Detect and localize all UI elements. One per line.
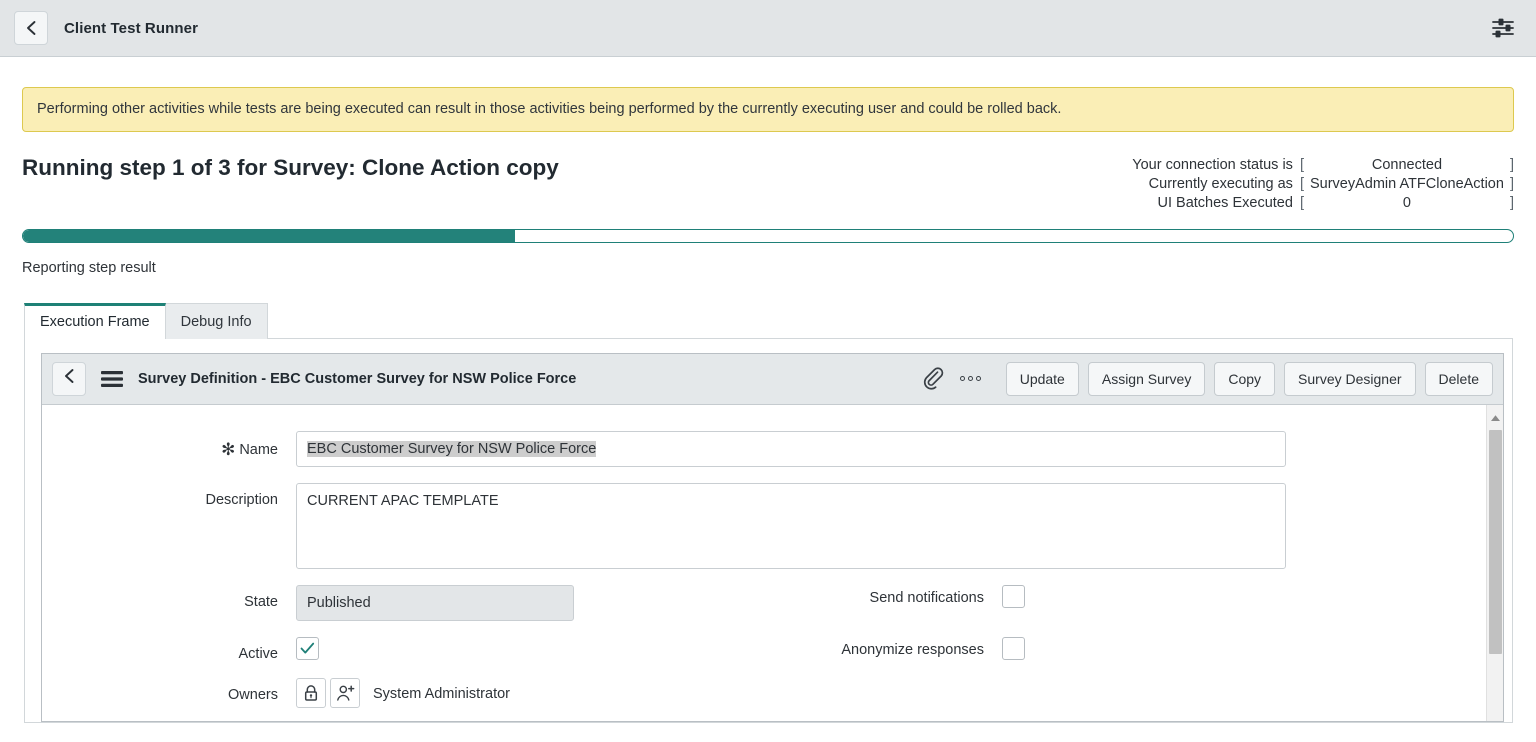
bracket-close: ] — [1509, 195, 1514, 212]
field-row-state: State Published Send notifications — [68, 584, 1460, 621]
dot — [959, 376, 965, 382]
back-button[interactable] — [14, 11, 48, 45]
record-form-header: Survey Definition - EBC Customer Survey … — [42, 353, 1503, 405]
page-title: Running step 1 of 3 for Survey: Clone Ac… — [22, 154, 559, 180]
record-form-frame: Survey Definition - EBC Customer Survey … — [41, 352, 1504, 722]
paperclip-icon[interactable] — [922, 367, 944, 391]
connection-status-table: Your connection status is [ Connected ] … — [1132, 156, 1514, 213]
step-result-label: Reporting step result — [22, 259, 156, 276]
field-row-name: ✻ Name EBC Customer Survey for NSW Police… — [68, 430, 1460, 467]
record-back-button[interactable] — [52, 361, 86, 396]
bracket-close: ] — [1509, 176, 1514, 193]
chevron-left-icon — [63, 368, 76, 389]
chevron-left-icon — [25, 20, 38, 36]
add-user-icon[interactable] — [330, 677, 360, 708]
field-label-active: Active — [238, 645, 279, 662]
sliders-settings-icon[interactable] — [1490, 16, 1516, 40]
field-label-description: Description — [205, 491, 278, 508]
description-textarea[interactable]: CURRENT APAC TEMPLATE — [296, 482, 1286, 569]
assign-survey-button[interactable]: Assign Survey — [1087, 361, 1206, 396]
record-form-body: ✻ Name EBC Customer Survey for NSW Police… — [42, 404, 1503, 721]
record-title: Survey Definition - EBC Customer Survey … — [138, 370, 577, 387]
result-tabs: Execution Frame Debug Info — [24, 302, 1536, 339]
active-checkbox[interactable] — [296, 636, 319, 660]
split-left-state: State Published — [68, 584, 810, 621]
page-header-row: Running step 1 of 3 for Survey: Clone Ac… — [22, 154, 1514, 213]
split-row-active: Active Anonymize responses — [68, 636, 1460, 662]
field-label-state: State — [244, 593, 278, 610]
status-label-connection: Your connection status is — [1132, 157, 1293, 174]
progress-bar-fill — [23, 229, 515, 242]
dot — [975, 376, 981, 382]
field-label-anonymize-responses: Anonymize responses — [841, 641, 984, 658]
label-text-name: Name — [239, 441, 278, 458]
scroll-up-arrow-icon[interactable] — [1490, 405, 1501, 429]
field-label-send-notifications: Send notifications — [869, 589, 984, 606]
field-label-owners: Owners — [228, 686, 278, 703]
checkmark-icon — [300, 642, 315, 655]
status-value-ui-batches: 0 — [1402, 195, 1411, 212]
split-left-active: Active — [68, 636, 810, 662]
survey-designer-button[interactable]: Survey Designer — [1284, 361, 1416, 396]
field-label-name: ✻ Name — [68, 431, 296, 460]
copy-button[interactable]: Copy — [1214, 361, 1276, 396]
name-input-value: EBC Customer Survey for NSW Police Force — [307, 440, 597, 457]
tab-execution-frame[interactable]: Execution Frame — [24, 302, 166, 339]
execution-frame-panel: Survey Definition - EBC Customer Survey … — [24, 337, 1513, 723]
padlock-icon[interactable] — [296, 677, 326, 708]
split-row-state: State Published Send notifications — [68, 584, 1460, 621]
bracket-open: [ — [1299, 176, 1304, 193]
warning-banner: Performing other activities while tests … — [22, 87, 1514, 132]
delete-button[interactable]: Delete — [1424, 361, 1493, 396]
bracket-open: [ — [1299, 157, 1304, 174]
record-fields: ✻ Name EBC Customer Survey for NSW Police… — [42, 405, 1486, 721]
split-right-send-notifications: Send notifications — [810, 584, 1460, 621]
form-scrollbar[interactable] — [1486, 404, 1503, 721]
tab-debug-info[interactable]: Debug Info — [164, 302, 268, 339]
more-options-icon[interactable] — [959, 376, 981, 382]
anonymize-responses-checkbox[interactable] — [1002, 636, 1025, 660]
status-row-connection: Your connection status is [ Connected ] — [1132, 156, 1514, 175]
scrollbar-thumb[interactable] — [1488, 429, 1502, 654]
split-right-anonymize: Anonymize responses — [810, 636, 1460, 662]
test-progress-bar — [22, 228, 1514, 243]
owner-value: System Administrator — [373, 686, 510, 703]
field-row-owners: Owners System Administrator — [68, 677, 1460, 708]
update-button[interactable]: Update — [1005, 361, 1079, 396]
status-value-connection: Connected — [1371, 157, 1443, 174]
dot — [967, 376, 973, 382]
bracket-open: [ — [1299, 195, 1304, 212]
hamburger-menu-icon[interactable] — [100, 370, 124, 388]
status-value-executing-as: SurveyAdmin ATFCloneAction — [1309, 176, 1504, 193]
name-input[interactable]: EBC Customer Survey for NSW Police Force — [296, 430, 1286, 467]
state-select[interactable]: Published — [296, 584, 574, 621]
required-marker-icon: ✻ — [221, 439, 236, 459]
status-row-ui-batches: UI Batches Executed [ 0 ] — [1132, 194, 1514, 213]
app-title: Client Test Runner — [64, 19, 199, 37]
status-label-ui-batches: UI Batches Executed — [1157, 195, 1293, 212]
field-row-description: Description CURRENT APAC TEMPLATE — [68, 482, 1460, 569]
send-notifications-checkbox[interactable] — [1002, 584, 1025, 608]
owners-control: System Administrator — [296, 677, 510, 708]
field-row-active: Active Anonymize responses — [68, 636, 1460, 662]
status-label-executing-as: Currently executing as — [1148, 176, 1293, 193]
app-header-bar: Client Test Runner — [0, 0, 1536, 57]
bracket-close: ] — [1509, 157, 1514, 174]
status-row-executing-as: Currently executing as [ SurveyAdmin ATF… — [1132, 175, 1514, 194]
